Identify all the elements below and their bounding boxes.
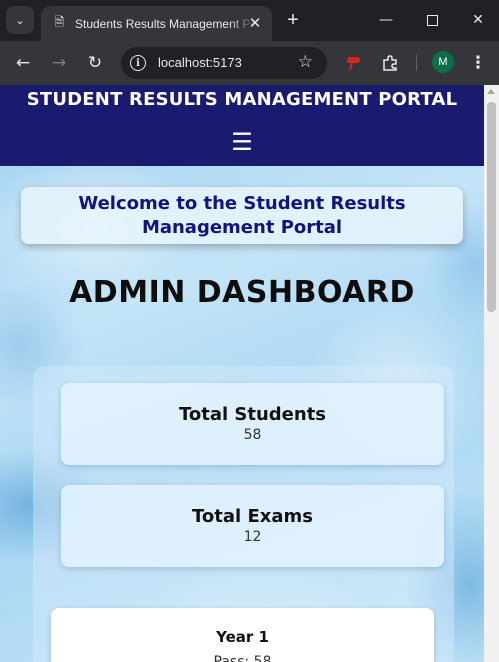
browser-toolbar: ← → ↻ i localhost:5173 ☆ M ⋮ bbox=[0, 41, 499, 85]
welcome-banner: Welcome to the Student Results Managemen… bbox=[21, 187, 463, 244]
hamburger-menu-icon[interactable]: ☰ bbox=[229, 128, 255, 156]
year-summary: Pass: 58 bbox=[213, 654, 272, 662]
portal-title: STUDENT RESULTS MANAGEMENT PORTAL bbox=[26, 89, 458, 110]
page-viewport: STUDENT RESULTS MANAGEMENT PORTAL ☰ Welc… bbox=[0, 85, 484, 662]
toolbar-divider bbox=[416, 55, 417, 71]
forward-arrow-icon[interactable]: → bbox=[46, 50, 72, 76]
minimize-icon[interactable]: — bbox=[373, 7, 399, 33]
browser-tab-bar: ⌄ 🗎 Students Results Management Portal ✕… bbox=[0, 0, 499, 41]
scrollbar-thumb[interactable] bbox=[487, 102, 496, 312]
site-header: STUDENT RESULTS MANAGEMENT PORTAL ☰ bbox=[0, 85, 484, 166]
year-1-card[interactable]: Year 1 Pass: 58 bbox=[51, 608, 434, 662]
stat-value: 12 bbox=[243, 529, 262, 545]
tab-title: Students Results Management Portal bbox=[75, 16, 255, 31]
scroll-up-arrow-icon[interactable] bbox=[487, 89, 495, 94]
dashboard-title: ADMIN DASHBOARD bbox=[69, 275, 415, 310]
browser-tab[interactable]: 🗎 Students Results Management Portal ✕ bbox=[41, 6, 272, 41]
profile-avatar[interactable]: M bbox=[432, 51, 454, 73]
extensions-puzzle-icon[interactable] bbox=[377, 50, 403, 76]
extension-red-icon[interactable] bbox=[340, 50, 366, 76]
url-text[interactable]: localhost:5173 bbox=[158, 55, 242, 70]
address-bar[interactable]: i localhost:5173 ☆ bbox=[121, 47, 327, 79]
close-window-icon[interactable]: ✕ bbox=[465, 7, 491, 33]
welcome-text: Welcome to the Student Results Managemen… bbox=[78, 192, 406, 238]
page-scrollbar[interactable] bbox=[484, 85, 499, 662]
total-exams-card: Total Exams 12 bbox=[61, 485, 444, 567]
bookmark-star-icon[interactable]: ☆ bbox=[298, 52, 313, 72]
more-options-icon[interactable]: ⋮ bbox=[468, 50, 488, 76]
document-icon: 🗎 bbox=[54, 15, 65, 29]
site-info-icon[interactable]: i bbox=[130, 55, 146, 71]
maximize-icon[interactable] bbox=[419, 7, 445, 33]
stat-label: Total Exams bbox=[192, 506, 313, 527]
year-label: Year 1 bbox=[216, 628, 269, 646]
new-tab-plus-icon[interactable]: + bbox=[282, 9, 304, 31]
total-students-card: Total Students 58 bbox=[61, 383, 444, 465]
reload-icon[interactable]: ↻ bbox=[82, 50, 108, 76]
tab-close-icon[interactable]: ✕ bbox=[246, 14, 264, 32]
tab-search-chevron-icon[interactable]: ⌄ bbox=[6, 6, 34, 34]
stat-label: Total Students bbox=[178, 404, 327, 425]
stat-value: 58 bbox=[243, 427, 262, 443]
back-arrow-icon[interactable]: ← bbox=[10, 50, 36, 76]
